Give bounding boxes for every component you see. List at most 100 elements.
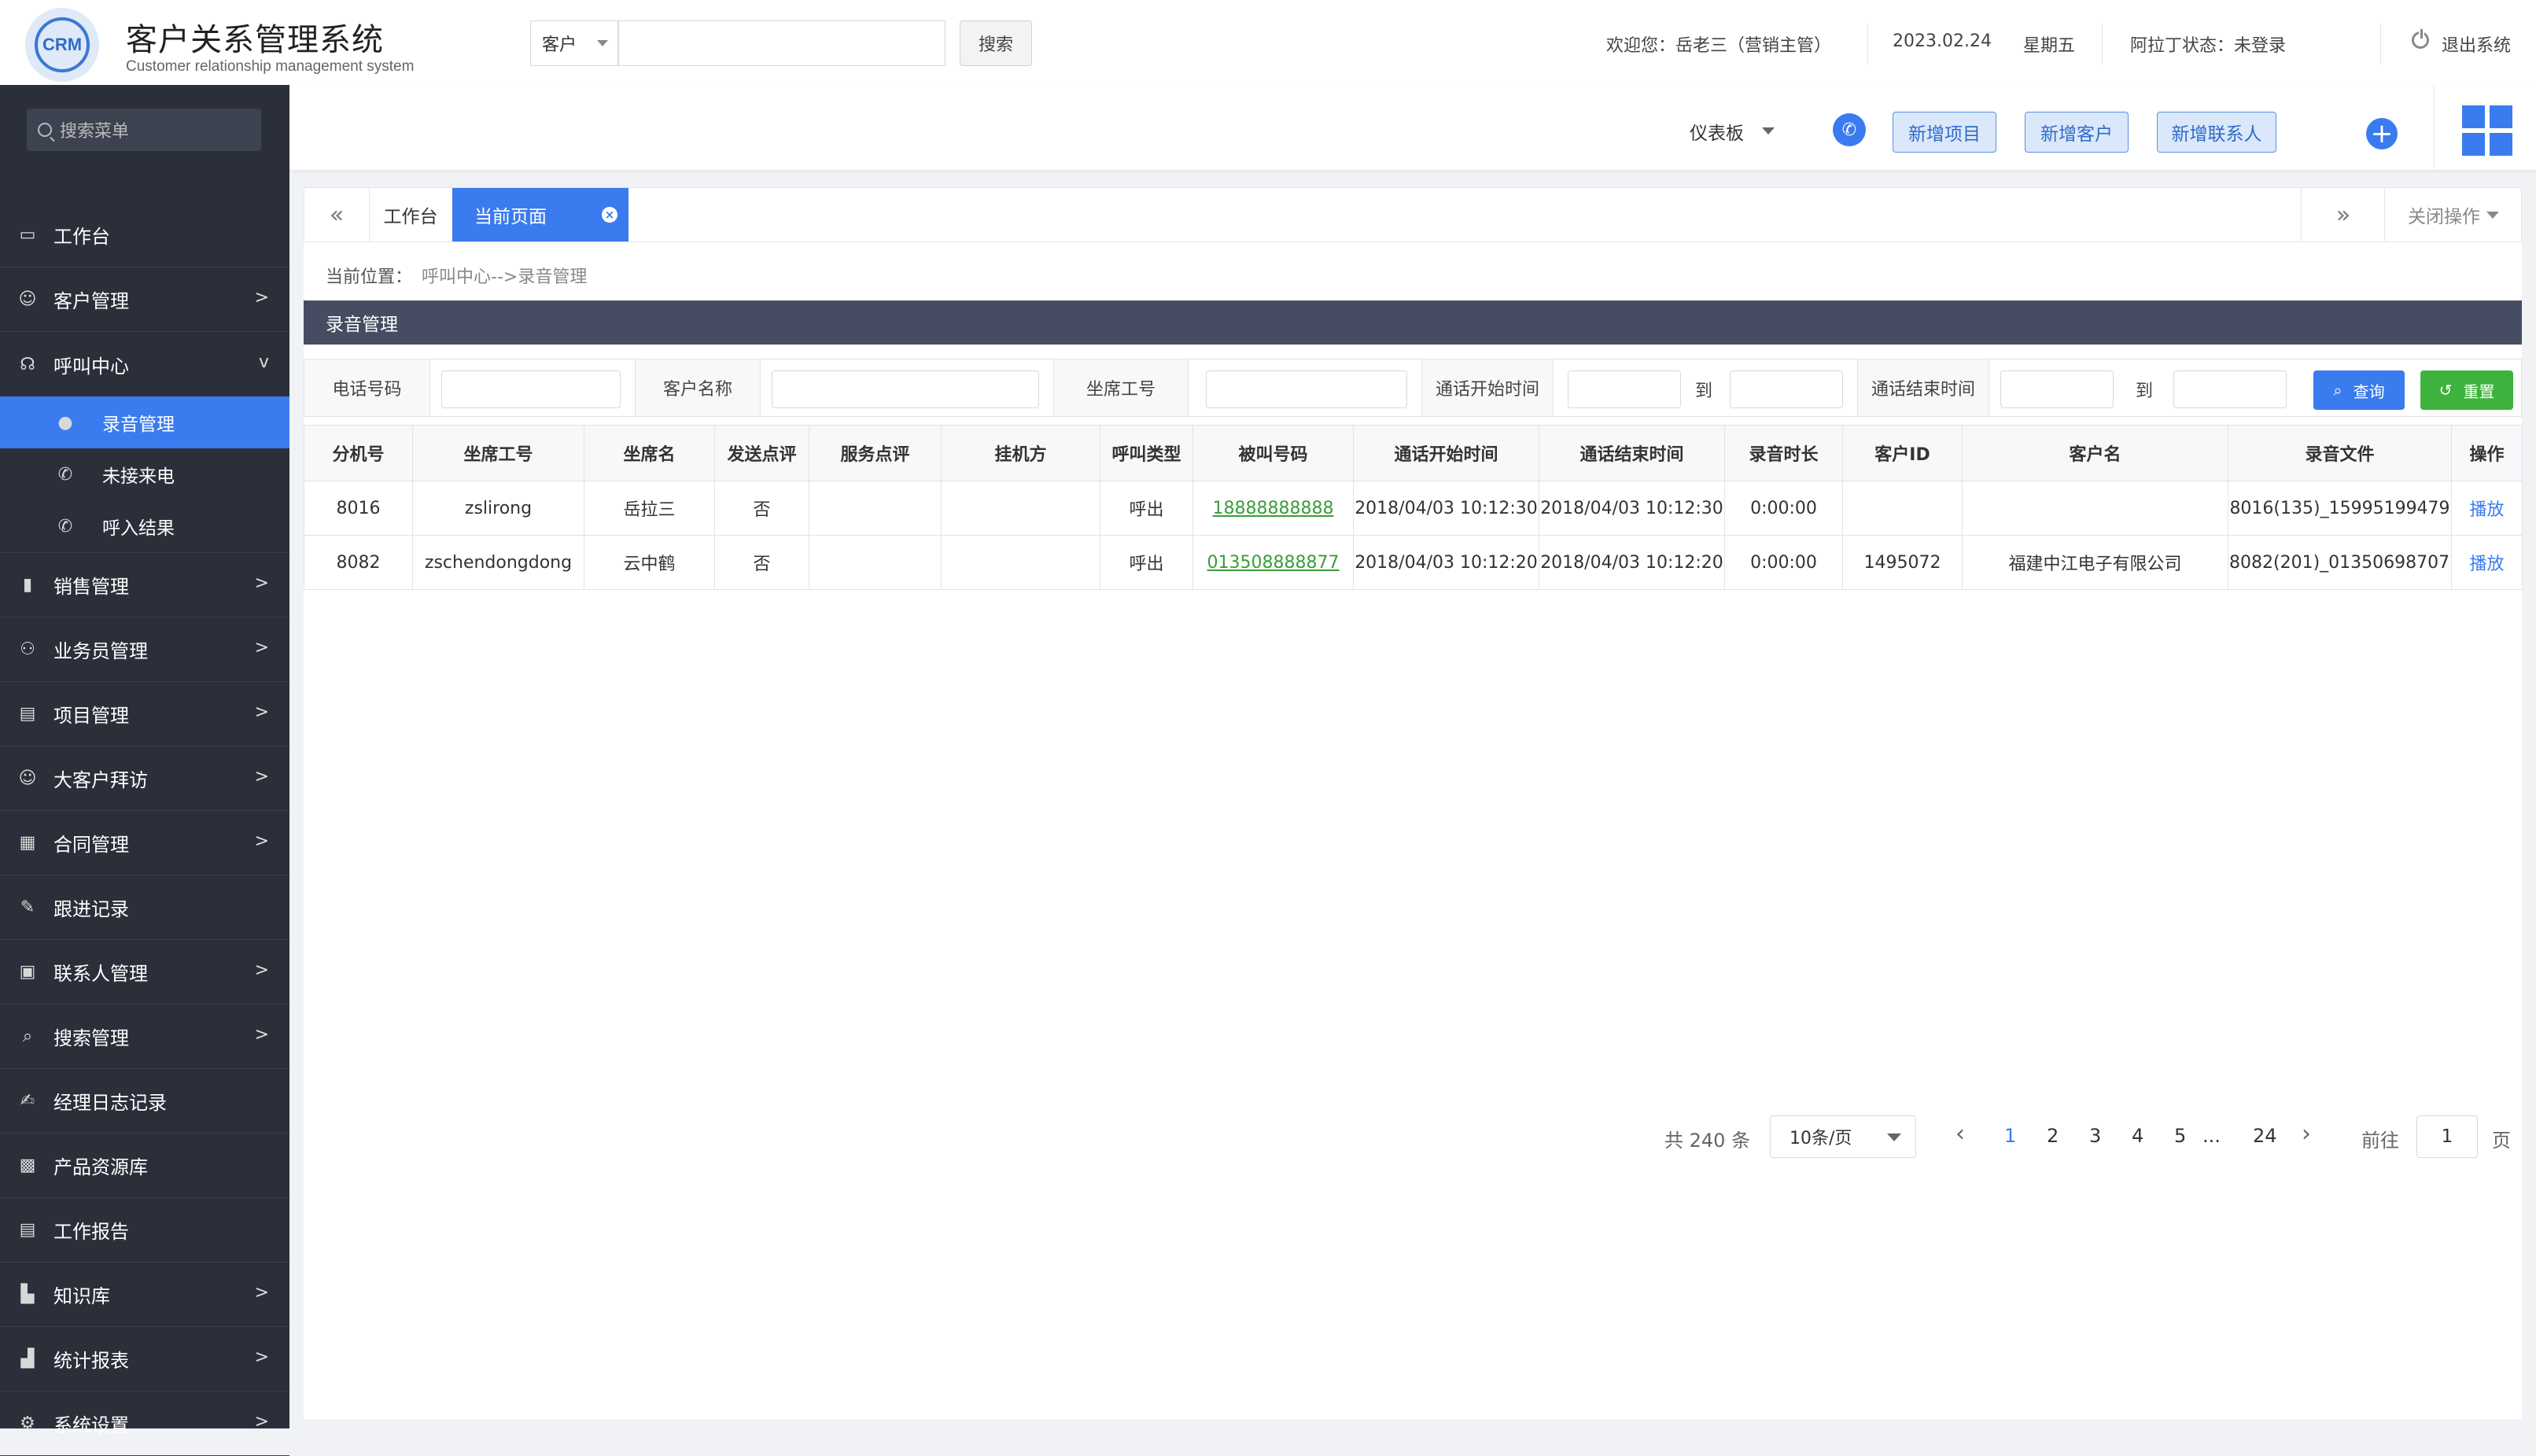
sidebar-item-manager-log[interactable]: ✍ 经理日志记录 bbox=[0, 1069, 289, 1133]
page-ellipsis[interactable]: ... bbox=[2202, 1125, 2221, 1147]
sidebar-item-work-report[interactable]: ▤ 工作报告 bbox=[0, 1198, 289, 1262]
table-cell: 2018/04/03 10:12:20 bbox=[1353, 535, 1539, 590]
reset-label: 重置 bbox=[2463, 382, 2495, 401]
sidebar-item-sales[interactable]: ▮ 销售管理 > bbox=[0, 553, 289, 617]
end-time-from-input[interactable] bbox=[2000, 370, 2114, 408]
sidebar-item-customers[interactable]: ☺ 客户管理 > bbox=[0, 267, 289, 332]
plus-icon[interactable]: + bbox=[2366, 118, 2398, 149]
report-icon: ▤ bbox=[19, 1220, 36, 1240]
search-type-select[interactable]: 客户 bbox=[530, 20, 618, 66]
start-time-to-input[interactable] bbox=[1730, 370, 1843, 408]
book-icon: ▙ bbox=[20, 1285, 35, 1304]
sidebar-item-call-center[interactable]: ☊ 呼叫中心 v bbox=[0, 332, 289, 396]
sidebar-item-contacts[interactable]: ▣ 联系人管理 > bbox=[0, 940, 289, 1004]
power-icon[interactable] bbox=[2412, 29, 2429, 49]
sidebar-item-settings[interactable]: ⚙ 系统设置 > bbox=[0, 1391, 289, 1456]
tab-current-page[interactable]: 当前页面 × bbox=[452, 188, 628, 241]
new-contact-button[interactable]: 新增联系人 bbox=[2157, 112, 2276, 153]
search-button[interactable]: 搜索 bbox=[960, 20, 1032, 66]
close-operations-dropdown[interactable]: 关闭操作 bbox=[2384, 188, 2522, 241]
chevron-right-icon: > bbox=[254, 767, 269, 787]
sidebar-item-statistics[interactable]: ▟ 统计报表 > bbox=[0, 1327, 289, 1391]
sidebar-item-projects[interactable]: ▤ 项目管理 > bbox=[0, 682, 289, 746]
column-header: 客户名 bbox=[1962, 425, 2228, 481]
app-grid-icon[interactable] bbox=[2462, 105, 2512, 156]
prev-page-icon[interactable]: ‹ bbox=[1955, 1120, 1965, 1148]
grid-cell bbox=[2490, 105, 2512, 128]
column-header: 客户ID bbox=[1842, 425, 1963, 481]
chevron-right-icon: > bbox=[254, 1347, 269, 1367]
sidebar-item-workbench[interactable]: ▭ 工作台 bbox=[0, 203, 289, 267]
query-button[interactable]: ⌕ 查询 bbox=[2313, 370, 2405, 410]
column-header: 被叫号码 bbox=[1192, 425, 1354, 481]
grid-icon: ▩ bbox=[19, 1156, 36, 1175]
agent-id-input[interactable] bbox=[1206, 370, 1407, 408]
dashboard-icon: ▭ bbox=[19, 225, 36, 245]
sidebar-subitem-inbound-results[interactable]: ✆ 呼入结果 bbox=[0, 500, 289, 553]
logout-link[interactable]: 退出系统 bbox=[2442, 31, 2511, 57]
end-time-to-input[interactable] bbox=[2173, 370, 2287, 408]
sidebar-subitem-recordings[interactable]: ● 录音管理 bbox=[0, 396, 289, 448]
page-number[interactable]: 4 bbox=[2132, 1125, 2143, 1147]
called-number-link[interactable]: 013508888877 bbox=[1207, 553, 1340, 573]
sidebar-item-knowledge[interactable]: ▙ 知识库 > bbox=[0, 1262, 289, 1327]
tabs-next-icon[interactable]: » bbox=[2301, 188, 2385, 241]
chevron-right-icon: > bbox=[254, 831, 269, 851]
called-number-link[interactable]: 18888888888 bbox=[1213, 499, 1334, 518]
chevron-right-icon: > bbox=[254, 288, 269, 308]
sidebar-item-label: 知识库 bbox=[53, 1285, 110, 1307]
page-number[interactable]: 2 bbox=[2047, 1125, 2059, 1147]
next-page-icon[interactable]: › bbox=[2302, 1120, 2311, 1148]
sidebar-item-salesmen[interactable]: ⚇ 业务员管理 > bbox=[0, 617, 289, 682]
total-count: 共 240 条 bbox=[1664, 1130, 1751, 1152]
global-search-input[interactable] bbox=[618, 20, 945, 66]
dashboard-dropdown[interactable]: 仪表板 bbox=[1690, 118, 1744, 145]
menu-search-input[interactable]: 搜索菜单 bbox=[27, 109, 261, 151]
page-number[interactable]: 5 bbox=[2174, 1125, 2186, 1147]
page-number[interactable]: 1 bbox=[2004, 1125, 2016, 1147]
refresh-icon: ↺ bbox=[2438, 381, 2453, 400]
start-time-from-input[interactable] bbox=[1568, 370, 1681, 408]
table-cell: 呼出 bbox=[1100, 535, 1193, 590]
play-link[interactable]: 播放 bbox=[2469, 555, 2504, 574]
chevron-right-icon: > bbox=[254, 702, 269, 722]
table-cell: 0:00:00 bbox=[1724, 481, 1843, 536]
chevron-down-icon[interactable] bbox=[1762, 127, 1775, 135]
tab-workbench[interactable]: 工作台 bbox=[369, 188, 453, 241]
sidebar-item-key-accounts[interactable]: ☺ 大客户拜访 > bbox=[0, 746, 289, 811]
customer-name-input[interactable] bbox=[772, 370, 1039, 408]
welcome-text: 欢迎您：岳老三（营销主管） bbox=[1606, 36, 1832, 56]
sidebar-item-search[interactable]: ⌕ 搜索管理 > bbox=[0, 1004, 289, 1069]
table-cell: 8016 bbox=[304, 481, 413, 536]
page-number[interactable]: 3 bbox=[2089, 1125, 2101, 1147]
play-link[interactable]: 播放 bbox=[2469, 500, 2504, 520]
reset-button[interactable]: ↺ 重置 bbox=[2420, 370, 2513, 410]
goto-page-input[interactable]: 1 bbox=[2416, 1115, 2478, 1158]
close-icon[interactable]: × bbox=[602, 207, 617, 223]
team-icon: ⚇ bbox=[20, 640, 35, 659]
table-cell: 否 bbox=[714, 481, 809, 536]
gear-icon: ⚙ bbox=[20, 1414, 35, 1433]
sidebar-subitem-missed-calls[interactable]: ✆ 未接来电 bbox=[0, 448, 289, 500]
bar-chart-icon: ▮ bbox=[22, 575, 33, 595]
column-header: 坐席工号 bbox=[412, 425, 584, 481]
page-number[interactable]: 24 bbox=[2253, 1125, 2277, 1147]
sidebar-item-followups[interactable]: ✎ 跟进记录 bbox=[0, 875, 289, 940]
side-menu: ▭ 工作台 ☺ 客户管理 > ☊ 呼叫中心 v ● 录音管理 ✆ 未接来电 ✆ … bbox=[0, 203, 289, 1456]
table-cell: 岳拉三 bbox=[584, 481, 715, 536]
table-cell: 2018/04/03 10:12:20 bbox=[1539, 535, 1725, 590]
system-subtitle: Customer relationship management system bbox=[126, 58, 415, 75]
page-size-select[interactable]: 10条/页 bbox=[1770, 1115, 1916, 1158]
tabs-prev-icon[interactable]: « bbox=[304, 188, 370, 241]
agent-id-label: 坐席工号 bbox=[1053, 359, 1189, 416]
phone-input[interactable] bbox=[441, 370, 621, 408]
new-customer-button[interactable]: 新增客户 bbox=[2025, 112, 2129, 153]
sidebar-item-product-library[interactable]: ▩ 产品资源库 bbox=[0, 1133, 289, 1198]
new-project-button[interactable]: 新增项目 bbox=[1893, 112, 1996, 153]
table-cell: 1495072 bbox=[1842, 535, 1963, 590]
phone-in-icon: ✆ bbox=[57, 516, 73, 536]
chevron-right-icon: > bbox=[254, 1025, 269, 1045]
sidebar-item-contracts[interactable]: ▦ 合同管理 > bbox=[0, 811, 289, 875]
phone-icon[interactable]: ✆ bbox=[1833, 113, 1866, 146]
column-header: 服务点评 bbox=[809, 425, 942, 481]
